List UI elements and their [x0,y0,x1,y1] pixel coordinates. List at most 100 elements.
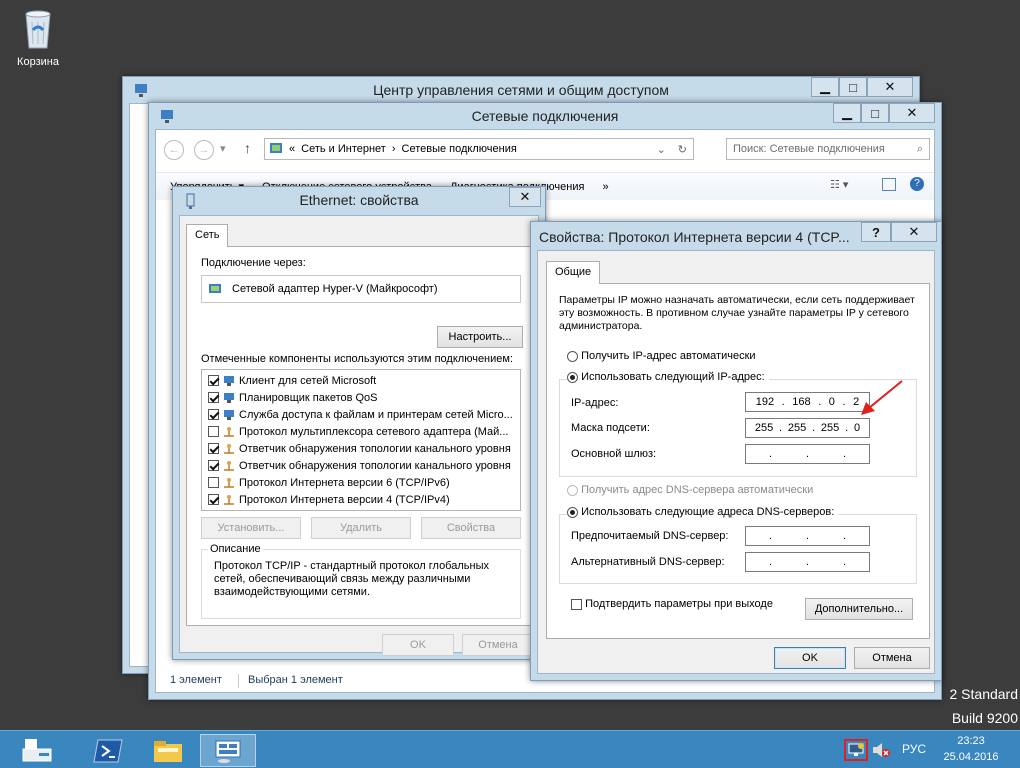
component-item[interactable]: Протокол Интернета версии 4 (TCP/IPv4) [202,491,520,508]
component-checkbox[interactable] [208,494,219,505]
component-label: Планировщик пакетов QoS [239,391,378,404]
ipv4-dialog-client: Общие Параметры IP можно назначать автом… [537,250,935,674]
close-button[interactable]: ✕ [891,222,937,242]
alternate-dns-input[interactable]: ... [745,552,870,572]
status-divider [238,674,239,688]
component-item[interactable]: Ответчик обнаружения топологии канальног… [202,440,520,457]
maximize-button[interactable]: □ [861,103,889,123]
breadcrumb-item-network-connections[interactable]: Сетевые подключения [402,143,517,155]
address-bar[interactable]: « Сеть и Интернет › Сетевые подключения … [264,138,694,160]
properties-button[interactable]: Свойства [421,517,521,539]
component-checkbox[interactable] [208,375,219,386]
forward-arrow-icon[interactable]: → [194,140,214,160]
manual-dns-radio[interactable] [567,506,578,518]
network-tray-icon[interactable] [844,739,868,761]
validate-checkbox[interactable] [571,598,582,610]
component-item[interactable]: Протокол мультиплексора сетевого адаптер… [202,423,520,440]
component-item[interactable]: Служба доступа к файлам и принтерам сете… [202,406,520,423]
alternate-dns-label: Альтернативный DNS-сервер: [571,556,725,568]
breadcrumb-item-network-internet[interactable]: Сеть и Интернет [301,143,386,155]
server-manager-icon[interactable] [10,734,66,767]
ok-button[interactable]: OK [382,634,454,656]
network-connections-title: Сетевые подключения [471,108,619,124]
close-button[interactable]: ✕ [889,103,935,123]
component-item[interactable]: Протокол Интернета версии 6 (TCP/IPv6) [202,474,520,491]
clock-date[interactable]: 25.04.2016 [936,751,1006,763]
component-label: Ответчик обнаружения топологии канальног… [239,459,511,472]
search-icon: ⌕ [916,142,923,155]
validate-option[interactable]: Подтвердить параметры при выходе [571,598,773,610]
annotation-arrow-icon [861,380,903,415]
manual-ip-option[interactable]: Использовать следующий IP-адрес: [567,371,769,383]
file-sharing-icon [223,409,235,421]
manual-dns-option[interactable]: Использовать следующие адреса DNS-сервер… [567,506,839,518]
minimize-button[interactable]: ▁ [811,77,839,97]
connect-using-label: Подключение через: [201,257,306,269]
subnet-mask-input[interactable]: 255. 255. 255. 0 [745,418,870,438]
remove-button[interactable]: Удалить [311,517,411,539]
protocol-icon [223,443,235,455]
file-explorer-icon[interactable] [140,734,196,767]
component-label: Протокол Интернета версии 6 (TCP/IPv6) [239,476,450,489]
control-panel-taskbar-icon[interactable] [200,734,256,767]
cancel-button[interactable]: Отмена [854,647,930,669]
recycle-bin[interactable]: Корзина [8,6,68,68]
install-button[interactable]: Установить... [201,517,301,539]
back-arrow-icon[interactable]: ← [164,140,184,160]
breadcrumb-root[interactable]: « [289,143,295,155]
address-dropdown-icon[interactable]: ⌄ [657,143,666,156]
ip-address-input[interactable]: 192. 168. 0. 2 [745,392,870,412]
powershell-icon[interactable] [80,734,136,767]
component-checkbox[interactable] [208,426,219,437]
minimize-button[interactable]: ▁ [833,103,861,123]
component-item[interactable]: Клиент для сетей Microsoft [202,372,520,389]
help-button[interactable]: ? [861,222,891,242]
ok-button[interactable]: OK [774,647,846,669]
cancel-button[interactable]: Отмена [462,634,534,656]
os-edition-watermark: 2 Standard [949,686,1019,702]
auto-dns-option[interactable]: Получить адрес DNS-сервера автоматически [567,484,813,496]
configure-button[interactable]: Настроить... [437,326,523,348]
manual-ip-radio[interactable] [567,371,578,383]
auto-dns-radio[interactable] [567,484,578,496]
volume-muted-icon[interactable] [872,742,890,761]
components-list: Клиент для сетей Microsoft Планировщик па… [201,369,521,511]
general-tab-panel: Параметры IP можно назначать автоматичес… [546,283,930,639]
clock-time[interactable]: 23:23 [936,735,1006,747]
change-view-icon[interactable]: ☷ ▾ [830,178,848,191]
subnet-mask-label: Маска подсети: [571,422,650,434]
tab-general[interactable]: Общие [546,261,601,284]
auto-ip-option[interactable]: Получить IP-адрес автоматически [567,350,756,362]
preferred-dns-input[interactable]: ... [745,526,870,546]
auto-ip-radio[interactable] [567,350,578,362]
adapter-field: Сетевой адаптер Hyper-V (Майкрософт) [201,275,521,303]
input-language-indicator[interactable]: РУС [902,742,926,756]
dns-group [559,514,917,584]
toolbar-overflow-button[interactable]: » [602,181,608,193]
component-label: Протокол Интернета версии 4 (TCP/IPv4) [239,493,450,506]
description-text: Протокол TCP/IP - стандартный протокол г… [214,560,489,598]
search-placeholder: Поиск: Сетевые подключения [733,143,885,155]
component-checkbox[interactable] [208,460,219,471]
advanced-button[interactable]: Дополнительно... [805,598,913,620]
gateway-input[interactable]: ... [745,444,870,464]
preview-pane-icon[interactable] [882,178,896,191]
close-button[interactable]: ✕ [509,187,541,207]
component-checkbox[interactable] [208,409,219,420]
close-button[interactable]: ✕ [867,77,913,97]
recent-pages-chevron-icon[interactable]: ▾ [220,142,226,155]
os-build-watermark: Build 9200 [951,710,1018,726]
tab-network[interactable]: Сеть [186,224,229,247]
component-checkbox[interactable] [208,443,219,454]
component-item[interactable]: Планировщик пакетов QoS [202,389,520,406]
component-label: Клиент для сетей Microsoft [239,374,377,387]
help-icon[interactable]: ? [910,177,924,191]
component-item[interactable]: Ответчик обнаружения топологии канальног… [202,457,520,474]
up-arrow-icon[interactable]: ↑ [244,140,251,156]
refresh-icon[interactable]: ↻ [672,143,693,156]
component-checkbox[interactable] [208,477,219,488]
search-input[interactable]: Поиск: Сетевые подключения ⌕ [726,138,930,160]
component-checkbox[interactable] [208,392,219,403]
ethernet-dialog-client: Сеть Подключение через: Сетевой адаптер … [179,215,539,656]
maximize-button[interactable]: □ [839,77,867,97]
